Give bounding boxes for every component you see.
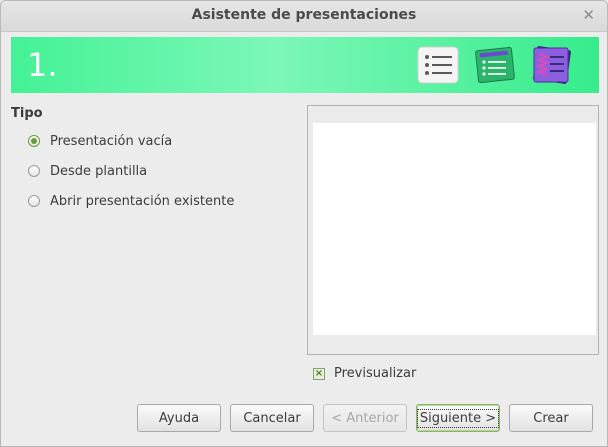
preview-checkbox-label: Previsualizar (334, 366, 417, 381)
window-title: Asistente de presentaciones (191, 7, 417, 23)
help-button-label: Ayuda (158, 410, 200, 426)
radio-label: Desde plantilla (50, 163, 148, 179)
create-button-label: Crear (533, 410, 569, 426)
step-number: 1. (27, 46, 58, 84)
cancel-button-label: Cancelar (243, 410, 301, 426)
type-section-label: Tipo (11, 106, 43, 121)
radio-button[interactable] (28, 165, 40, 177)
radio-button-checked[interactable] (28, 135, 40, 147)
next-button-label: Siguiente > (416, 408, 500, 428)
radio-label: Abrir presentación existente (50, 193, 235, 209)
preview-area (313, 123, 596, 335)
preview-checkbox-row[interactable]: × Previsualizar (313, 366, 416, 381)
create-button[interactable]: Crear (509, 404, 593, 432)
list-icon (417, 46, 459, 84)
radio-open-existing[interactable]: Abrir presentación existente (28, 192, 234, 210)
wizard-window: Asistente de presentaciones ✕ 1. Tipo Pr… (0, 0, 608, 447)
cancel-button[interactable]: Cancelar (230, 404, 314, 432)
title-bar[interactable]: Asistente de presentaciones ✕ (1, 1, 607, 32)
preview-checkbox[interactable]: × (313, 367, 325, 380)
next-button[interactable]: Siguiente > (416, 404, 500, 432)
previous-button-label: < Anterior (331, 410, 399, 426)
previous-button[interactable]: < Anterior (323, 404, 407, 432)
preview-frame (307, 105, 599, 355)
close-icon[interactable]: ✕ (582, 6, 595, 24)
step-banner: 1. (11, 37, 599, 93)
radio-label: Presentación vacía (50, 133, 173, 149)
purple-list-icon (533, 46, 571, 84)
radio-from-template[interactable]: Desde plantilla (28, 162, 147, 180)
radio-button[interactable] (28, 195, 40, 207)
radio-empty-presentation[interactable]: Presentación vacía (28, 132, 172, 150)
green-list-icon (475, 46, 515, 84)
help-button[interactable]: Ayuda (137, 404, 221, 432)
